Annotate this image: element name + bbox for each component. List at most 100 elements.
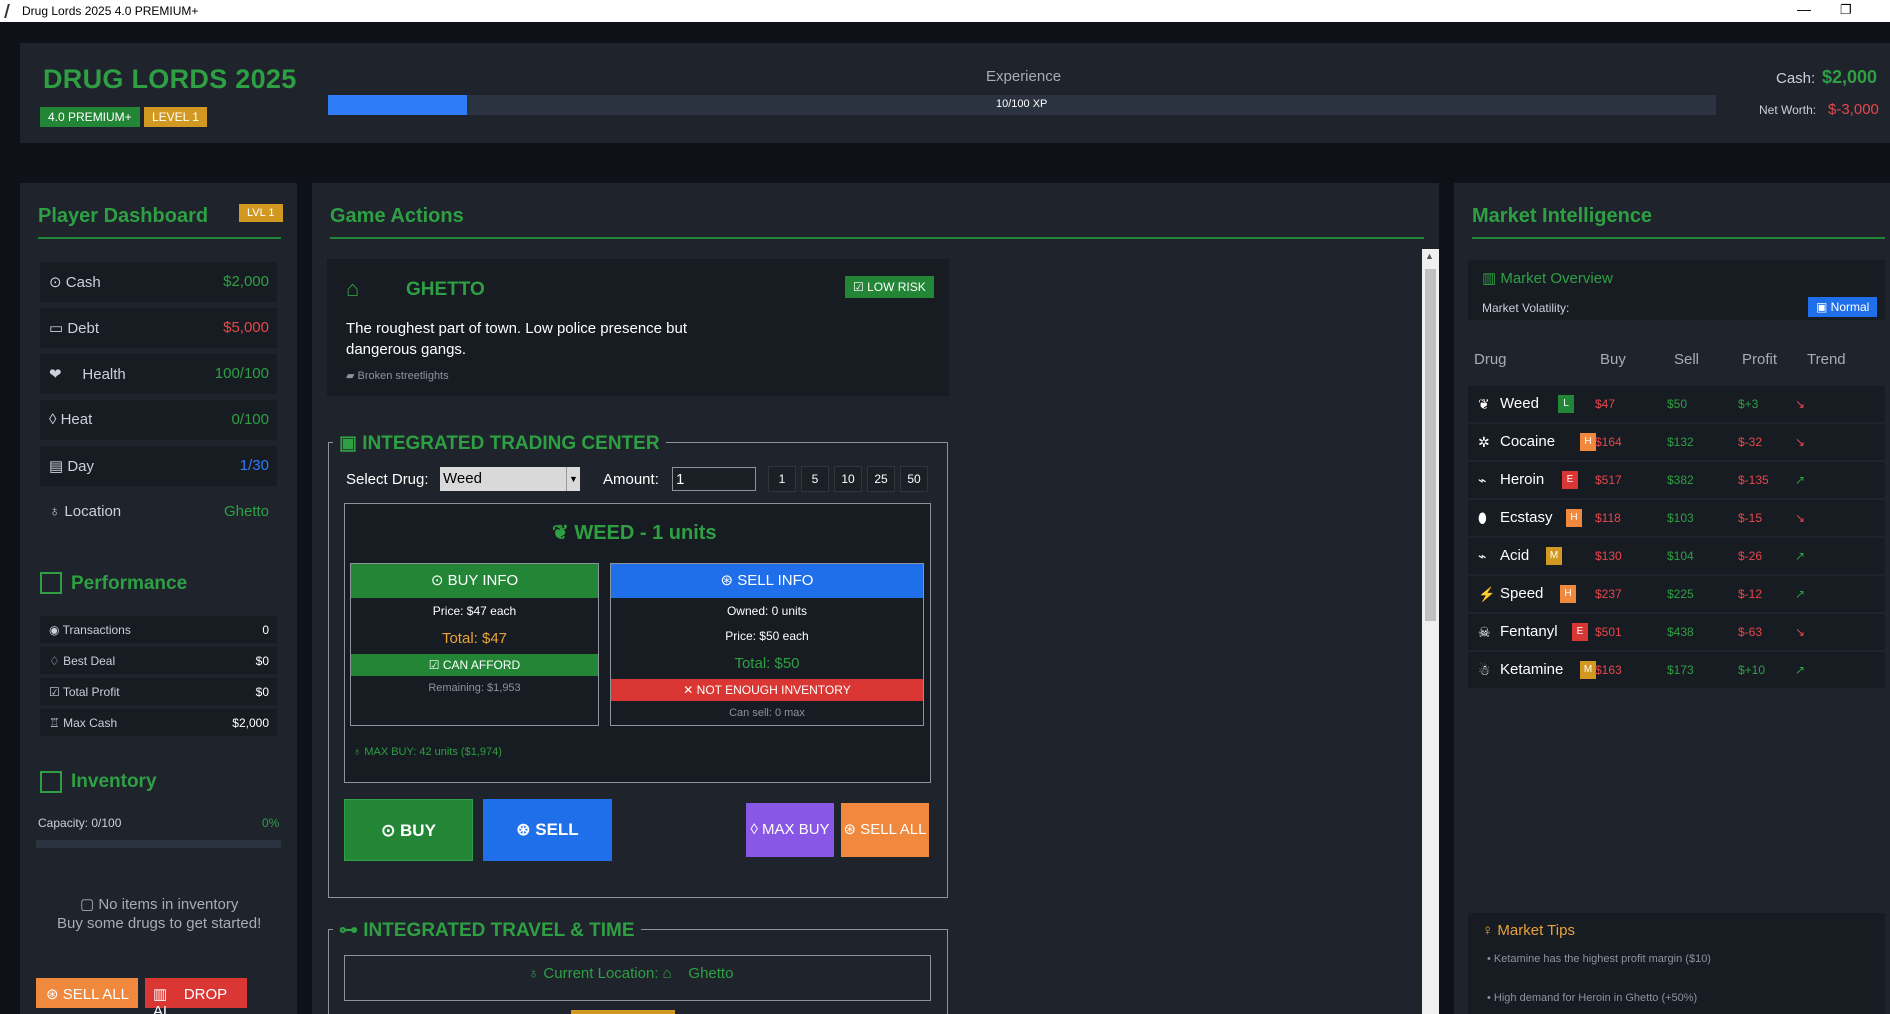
drug-icon: ⌁ [1478, 548, 1487, 564]
can-sell: Can sell: 0 max [729, 707, 805, 719]
travel-button[interactable] [571, 1010, 675, 1014]
col-profit: Profit [1742, 351, 1778, 368]
inventory-drop-all-button[interactable]: ▥ DROP AL [145, 978, 247, 1014]
quick-amount-10-button[interactable]: 10 [834, 466, 862, 492]
can-afford-status: ☑ CAN AFFORD [351, 654, 598, 676]
market-tips-title: ♀ Market Tips [1482, 922, 1575, 939]
quick-amount-50-button[interactable]: 50 [900, 466, 928, 492]
risk-badge: M [1546, 547, 1562, 565]
max-buy-button[interactable]: ◊ MAX BUY [746, 803, 834, 857]
max-buy-info: ♁ MAX BUY: 42 units ($1,974) [353, 746, 502, 758]
sell-button[interactable]: ⊛ SELL [483, 799, 612, 861]
capacity-bar [36, 840, 281, 848]
quick-amount-5-button[interactable]: 5 [801, 466, 829, 492]
xp-label: Experience [986, 68, 1062, 85]
market-row[interactable]: ☃ Ketamine M $163 $173 $+10 ↗ [1468, 652, 1885, 688]
market-title: Market Intelligence [1472, 205, 1653, 227]
dashboard-title: Player Dashboard [38, 205, 209, 227]
scroll-up-icon[interactable]: ▲ [1425, 251, 1434, 261]
perf-transactions: ◉ Transactions 0 [40, 616, 277, 643]
sell-price: $382 [1667, 473, 1694, 487]
buy-price: $163 [1595, 663, 1622, 677]
stat-heat: ◊ Heat 0/100 [40, 400, 277, 440]
drug-name: Fentanyl [1500, 623, 1558, 640]
buy-price: $47 [1595, 397, 1616, 411]
market-row[interactable]: ⚡ Speed H $237 $225 $-12 ↗ [1468, 576, 1885, 612]
heart-icon: ❤ Health [49, 366, 126, 383]
buy-button[interactable]: ⊙ BUY [344, 799, 473, 861]
stat-debt: ▭ Debt $5,000 [40, 308, 277, 348]
profit-value: $-12 [1738, 587, 1763, 601]
minimize-button[interactable]: — [1797, 1, 1811, 17]
sell-all-button[interactable]: ⊛ SELL ALL [841, 803, 929, 857]
sell-price: Price: $50 each [725, 629, 809, 643]
amount-input[interactable]: 1 [672, 467, 756, 491]
performance-title: Performance [71, 573, 188, 594]
networth-value: $-3,000 [1828, 101, 1879, 118]
market-row[interactable]: ⬮ Ecstasy H $118 $103 $-15 ↘ [1468, 500, 1885, 536]
credit-card-icon: ▭ Debt [49, 320, 100, 337]
location-name: GHETTO [406, 279, 485, 300]
drug-name: Cocaine [1500, 433, 1556, 450]
location-feature: ▰ Broken streetlights [346, 370, 449, 382]
drug-name: Heroin [1500, 471, 1545, 488]
buy-price: $164 [1595, 435, 1622, 449]
risk-badge: H [1580, 433, 1596, 451]
stat-day: ▤ Day 1/30 [40, 446, 277, 486]
chart-icon [40, 572, 62, 594]
sell-price: $103 [1667, 511, 1694, 525]
feather-icon [4, 4, 16, 18]
scrollbar-thumb[interactable] [1425, 269, 1436, 621]
capacity-label: Capacity: 0/100 [38, 816, 122, 830]
inventory-empty-line1: ▢ No items in inventory [80, 896, 239, 913]
risk-badge: E [1572, 623, 1588, 641]
stat-health: ❤ Health 100/100 [40, 354, 277, 394]
buy-price: Price: $47 each [432, 604, 517, 618]
market-row[interactable]: ✲ Cocaine H $164 $132 $-32 ↘ [1468, 424, 1885, 460]
drug-icon: ☠ [1478, 624, 1491, 640]
inventory-sell-all-button[interactable]: ⊛ SELL ALL [36, 978, 138, 1008]
drug-icon: ⬮ [1478, 510, 1487, 526]
drug-name: Speed [1500, 585, 1544, 602]
cash-label: Cash: [1776, 70, 1816, 87]
quick-amount-25-button[interactable]: 25 [867, 466, 895, 492]
market-overview-title: ▥ Market Overview [1482, 270, 1613, 287]
capacity-percent: 0% [262, 816, 280, 830]
scrollbar[interactable]: ▲ [1422, 249, 1439, 1014]
trend-arrow-icon: ↘ [1795, 435, 1806, 449]
level-badge: LEVEL 1 [144, 107, 207, 127]
market-row[interactable]: ⌁ Heroin E $517 $382 $-135 ↗ [1468, 462, 1885, 498]
flame-icon: ◊ Heat [49, 411, 93, 428]
calendar-icon: ▤ Day [49, 458, 95, 475]
maximize-button[interactable]: ❐ [1840, 2, 1852, 18]
col-buy: Buy [1600, 351, 1626, 368]
market-tip-2: • High demand for Heroin in Ghetto (+50%… [1487, 992, 1698, 1004]
col-sell: Sell [1674, 351, 1700, 368]
buy-price: $130 [1595, 549, 1622, 563]
trend-arrow-icon: ↗ [1795, 587, 1806, 601]
trade-preview-title: ❦ WEED - 1 units [552, 522, 717, 544]
inventory-title: Inventory [71, 771, 157, 792]
perf-best-deal: ♢ Best Deal $0 [40, 647, 277, 674]
location-description: The roughest part of town. Low police pr… [346, 320, 688, 358]
header-bar [20, 43, 1890, 143]
sell-owned: Owned: 0 units [726, 604, 808, 618]
quick-amount-1-button[interactable]: 1 [768, 466, 796, 492]
market-row[interactable]: ⌁ Acid M $130 $104 $-26 ↗ [1468, 538, 1885, 574]
chevron-down-icon[interactable]: ▼ [566, 467, 580, 491]
drug-icon: ❦ [1478, 396, 1490, 412]
drug-select[interactable]: Weed ▼ [440, 467, 580, 491]
market-row[interactable]: ❦ Weed L $47 $50 $+3 ↘ [1468, 386, 1885, 422]
drug-icon: ✲ [1478, 434, 1490, 450]
buy-remaining: Remaining: $1,953 [428, 682, 521, 694]
buy-price: $118 [1595, 511, 1621, 525]
buy-info-header: ⊙ BUY INFO [351, 564, 598, 598]
divider [330, 237, 1424, 239]
profit-value: $-135 [1738, 473, 1769, 487]
buy-price: $517 [1595, 473, 1622, 487]
market-row[interactable]: ☠ Fentanyl E $501 $438 $-63 ↘ [1468, 614, 1885, 650]
drug-icon: ⚡ [1478, 586, 1496, 602]
map-pin-icon: ♁ Location [49, 503, 122, 520]
xp-text: 10/100 XP [996, 98, 1048, 110]
risk-badge: H [1566, 509, 1582, 527]
